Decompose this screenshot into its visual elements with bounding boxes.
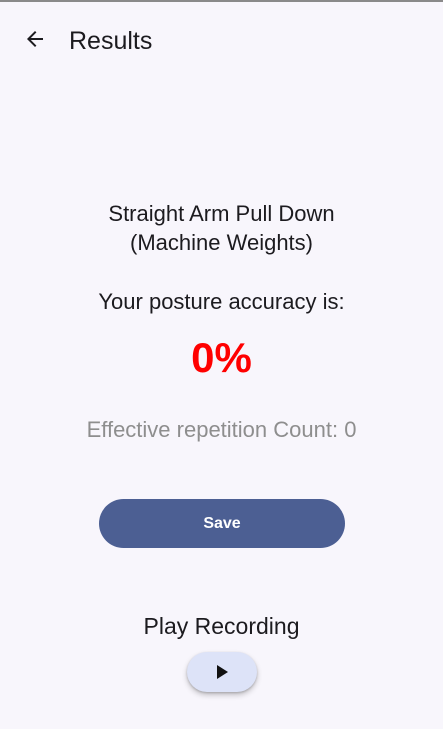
accuracy-label: Your posture accuracy is:: [98, 289, 345, 314]
save-button-label: Save: [203, 514, 241, 532]
repetition-count: Effective repetition Count: 0: [86, 417, 357, 442]
play-icon: [217, 665, 228, 679]
back-button[interactable]: [14, 18, 56, 60]
save-button[interactable]: Save: [99, 499, 345, 548]
accuracy-value: 0%: [191, 334, 252, 381]
exercise-name-line2: (Machine Weights): [130, 230, 313, 255]
play-recording-button[interactable]: [187, 652, 257, 692]
exercise-name: Straight Arm Pull Down (Machine Weights): [0, 199, 443, 257]
play-recording-label: Play Recording: [143, 613, 300, 639]
page-title: Results: [69, 27, 153, 55]
exercise-name-line1: Straight Arm Pull Down: [108, 201, 335, 226]
app-bar: Results: [0, 2, 443, 80]
arrow-left-icon: [27, 31, 43, 47]
